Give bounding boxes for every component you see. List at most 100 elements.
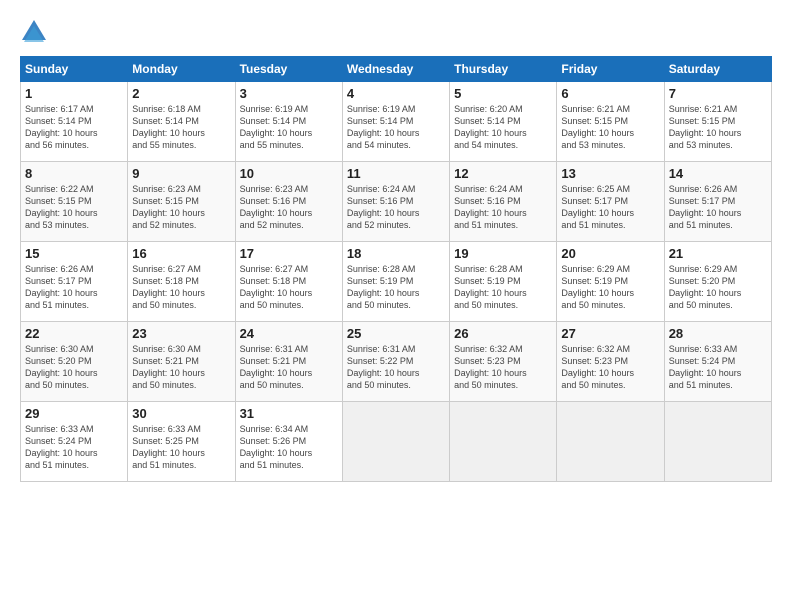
day-info: Sunrise: 6:18 AMSunset: 5:14 PMDaylight:… [132, 103, 230, 152]
logo [20, 18, 52, 46]
day-number: 7 [669, 86, 767, 101]
calendar-cell: 4Sunrise: 6:19 AMSunset: 5:14 PMDaylight… [342, 82, 449, 162]
day-number: 18 [347, 246, 445, 261]
day-info: Sunrise: 6:19 AMSunset: 5:14 PMDaylight:… [240, 103, 338, 152]
week-row-2: 8 Sunrise: 6:22 AMSunset: 5:15 PMDaylight… [21, 162, 772, 242]
calendar-cell: 14 Sunrise: 6:26 AMSunset: 5:17 PMDayligh… [664, 162, 771, 242]
day-info: Sunrise: 6:21 AMSunset: 5:15 PMDaylight:… [669, 103, 767, 152]
day-number: 21 [669, 246, 767, 261]
day-number: 23 [132, 326, 230, 341]
calendar-cell: 31 Sunrise: 6:34 AMSunset: 5:26 PMDayligh… [235, 402, 342, 482]
day-number: 8 [25, 166, 123, 181]
day-number: 6 [561, 86, 659, 101]
calendar-cell: 26Sunrise: 6:32 AMSunset: 5:23 PMDayligh… [450, 322, 557, 402]
calendar-cell: 16 Sunrise: 6:27 AMSunset: 5:18 PMDayligh… [128, 242, 235, 322]
day-info: Sunrise: 6:26 AMSunset: 5:17 PMDaylight:… [25, 263, 123, 312]
day-info: Sunrise: 6:29 AMSunset: 5:20 PMDaylight:… [669, 263, 767, 312]
day-info: Sunrise: 6:19 AMSunset: 5:14 PMDaylight:… [347, 103, 445, 152]
day-number: 25 [347, 326, 445, 341]
day-number: 12 [454, 166, 552, 181]
day-info: Sunrise: 6:23 AMSunset: 5:15 PMDaylight:… [132, 183, 230, 232]
day-number: 27 [561, 326, 659, 341]
calendar-cell: 28 Sunrise: 6:33 AMSunset: 5:24 PMDayligh… [664, 322, 771, 402]
calendar-cell: 13 Sunrise: 6:25 AMSunset: 5:17 PMDayligh… [557, 162, 664, 242]
day-info: Sunrise: 6:25 AMSunset: 5:17 PMDaylight:… [561, 183, 659, 232]
day-info: Sunrise: 6:33 AMSunset: 5:24 PMDaylight:… [25, 423, 123, 472]
week-row-5: 29 Sunrise: 6:33 AMSunset: 5:24 PMDayligh… [21, 402, 772, 482]
calendar-cell: 18 Sunrise: 6:28 AMSunset: 5:19 PMDayligh… [342, 242, 449, 322]
calendar-cell: 22 Sunrise: 6:30 AMSunset: 5:20 PMDayligh… [21, 322, 128, 402]
calendar-cell: 5Sunrise: 6:20 AMSunset: 5:14 PMDaylight… [450, 82, 557, 162]
calendar-cell: 29 Sunrise: 6:33 AMSunset: 5:24 PMDayligh… [21, 402, 128, 482]
calendar-cell [342, 402, 449, 482]
calendar-cell: 24 Sunrise: 6:31 AMSunset: 5:21 PMDayligh… [235, 322, 342, 402]
calendar-cell: 19 Sunrise: 6:28 AMSunset: 5:19 PMDayligh… [450, 242, 557, 322]
day-number: 20 [561, 246, 659, 261]
day-number: 28 [669, 326, 767, 341]
day-number: 31 [240, 406, 338, 421]
calendar-cell [557, 402, 664, 482]
day-number: 10 [240, 166, 338, 181]
header-day-friday: Friday [557, 57, 664, 82]
calendar-cell: 7 Sunrise: 6:21 AMSunset: 5:15 PMDaylight… [664, 82, 771, 162]
day-info: Sunrise: 6:28 AMSunset: 5:19 PMDaylight:… [454, 263, 552, 312]
day-info: Sunrise: 6:34 AMSunset: 5:26 PMDaylight:… [240, 423, 338, 472]
day-number: 1 [25, 86, 123, 101]
day-info: Sunrise: 6:33 AMSunset: 5:24 PMDaylight:… [669, 343, 767, 392]
header-day-thursday: Thursday [450, 57, 557, 82]
day-info: Sunrise: 6:27 AMSunset: 5:18 PMDaylight:… [132, 263, 230, 312]
day-number: 5 [454, 86, 552, 101]
day-info: Sunrise: 6:30 AMSunset: 5:20 PMDaylight:… [25, 343, 123, 392]
calendar-table: SundayMondayTuesdayWednesdayThursdayFrid… [20, 56, 772, 482]
calendar-cell: 9 Sunrise: 6:23 AMSunset: 5:15 PMDaylight… [128, 162, 235, 242]
day-number: 2 [132, 86, 230, 101]
day-info: Sunrise: 6:24 AMSunset: 5:16 PMDaylight:… [347, 183, 445, 232]
day-info: Sunrise: 6:31 AMSunset: 5:22 PMDaylight:… [347, 343, 445, 392]
calendar-cell: 21 Sunrise: 6:29 AMSunset: 5:20 PMDayligh… [664, 242, 771, 322]
calendar-cell: 30 Sunrise: 6:33 AMSunset: 5:25 PMDayligh… [128, 402, 235, 482]
day-info: Sunrise: 6:26 AMSunset: 5:17 PMDaylight:… [669, 183, 767, 232]
calendar-cell: 3Sunrise: 6:19 AMSunset: 5:14 PMDaylight… [235, 82, 342, 162]
day-info: Sunrise: 6:17 AMSunset: 5:14 PMDaylight:… [25, 103, 123, 152]
day-number: 14 [669, 166, 767, 181]
day-number: 13 [561, 166, 659, 181]
day-number: 29 [25, 406, 123, 421]
calendar-cell: 15 Sunrise: 6:26 AMSunset: 5:17 PMDayligh… [21, 242, 128, 322]
calendar-cell [450, 402, 557, 482]
calendar-cell: 1 Sunrise: 6:17 AMSunset: 5:14 PMDaylight… [21, 82, 128, 162]
day-number: 11 [347, 166, 445, 181]
calendar-cell: 2 Sunrise: 6:18 AMSunset: 5:14 PMDaylight… [128, 82, 235, 162]
day-info: Sunrise: 6:31 AMSunset: 5:21 PMDaylight:… [240, 343, 338, 392]
day-number: 19 [454, 246, 552, 261]
day-info: Sunrise: 6:22 AMSunset: 5:15 PMDaylight:… [25, 183, 123, 232]
day-number: 22 [25, 326, 123, 341]
header-day-monday: Monday [128, 57, 235, 82]
day-info: Sunrise: 6:29 AMSunset: 5:19 PMDaylight:… [561, 263, 659, 312]
day-number: 30 [132, 406, 230, 421]
calendar-cell: 20 Sunrise: 6:29 AMSunset: 5:19 PMDayligh… [557, 242, 664, 322]
week-row-4: 22 Sunrise: 6:30 AMSunset: 5:20 PMDayligh… [21, 322, 772, 402]
day-info: Sunrise: 6:32 AMSunset: 5:23 PMDaylight:… [561, 343, 659, 392]
day-info: Sunrise: 6:27 AMSunset: 5:18 PMDaylight:… [240, 263, 338, 312]
calendar-cell: 12 Sunrise: 6:24 AMSunset: 5:16 PMDayligh… [450, 162, 557, 242]
day-info: Sunrise: 6:32 AMSunset: 5:23 PMDaylight:… [454, 343, 552, 392]
header [20, 18, 772, 46]
logo-icon [20, 18, 48, 46]
calendar-page: SundayMondayTuesdayWednesdayThursdayFrid… [0, 0, 792, 612]
calendar-cell: 25 Sunrise: 6:31 AMSunset: 5:22 PMDayligh… [342, 322, 449, 402]
day-number: 16 [132, 246, 230, 261]
day-info: Sunrise: 6:28 AMSunset: 5:19 PMDaylight:… [347, 263, 445, 312]
calendar-cell: 11 Sunrise: 6:24 AMSunset: 5:16 PMDayligh… [342, 162, 449, 242]
day-number: 9 [132, 166, 230, 181]
header-day-wednesday: Wednesday [342, 57, 449, 82]
header-row: SundayMondayTuesdayWednesdayThursdayFrid… [21, 57, 772, 82]
day-number: 15 [25, 246, 123, 261]
day-info: Sunrise: 6:33 AMSunset: 5:25 PMDaylight:… [132, 423, 230, 472]
calendar-cell: 27 Sunrise: 6:32 AMSunset: 5:23 PMDayligh… [557, 322, 664, 402]
day-info: Sunrise: 6:24 AMSunset: 5:16 PMDaylight:… [454, 183, 552, 232]
day-info: Sunrise: 6:30 AMSunset: 5:21 PMDaylight:… [132, 343, 230, 392]
day-number: 24 [240, 326, 338, 341]
day-info: Sunrise: 6:21 AMSunset: 5:15 PMDaylight:… [561, 103, 659, 152]
day-number: 17 [240, 246, 338, 261]
header-day-saturday: Saturday [664, 57, 771, 82]
